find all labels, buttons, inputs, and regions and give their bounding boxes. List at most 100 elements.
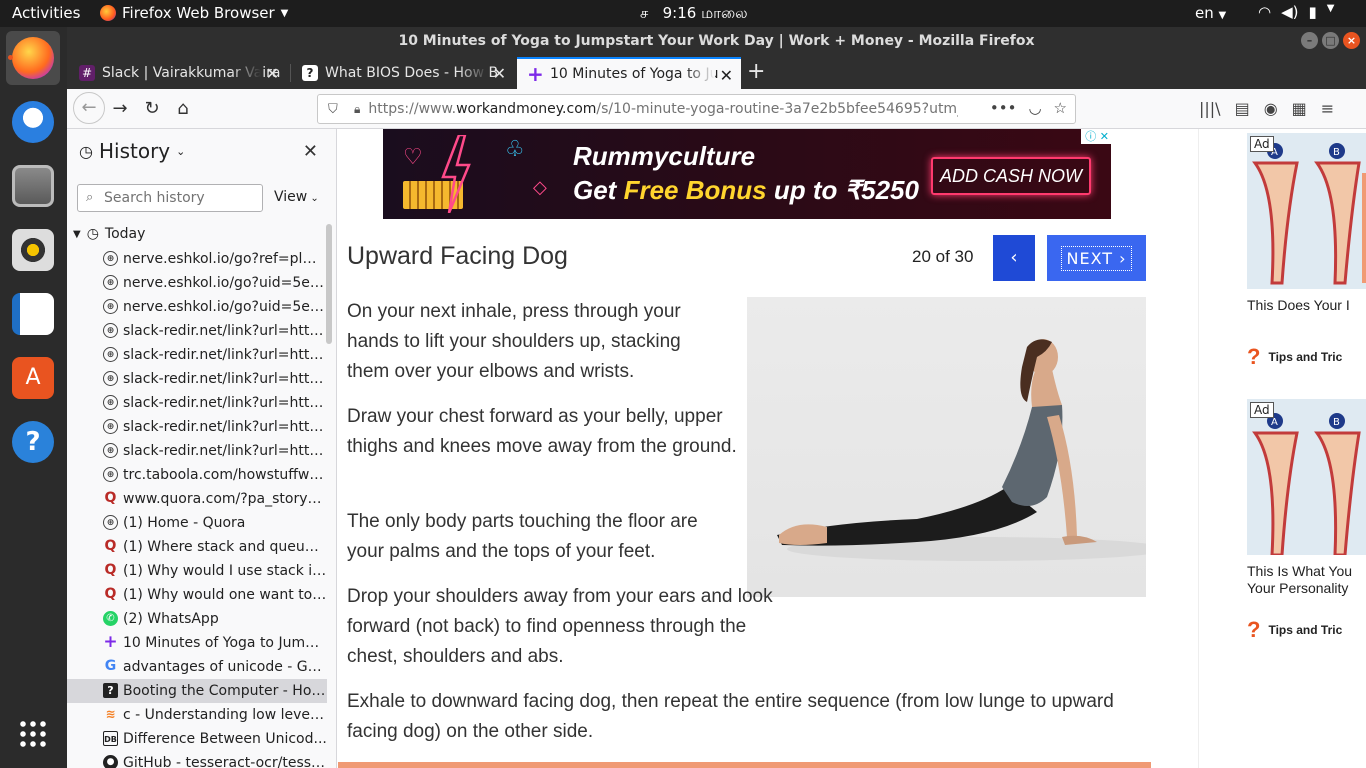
menu-icon[interactable]: ≡ [1321, 99, 1334, 118]
history-group-today[interactable]: ▼ ◷ Today [73, 226, 145, 242]
history-item[interactable]: ⊕ nerve.eshkol.io/go?ref=pl&h... [67, 247, 327, 271]
page-content: ♡ ♧ ◇ Rummyculture Get Free Bonus up to … [338, 129, 1198, 768]
gnome-top-bar: Activities Firefox Web Browser ▼ ச 9:16 … [0, 0, 1366, 27]
grid-icon [18, 719, 48, 749]
clock-time: 9:16 மாலை [662, 4, 748, 22]
slide-counter: 20 of 30 [912, 247, 974, 266]
sidebar-ad[interactable]: Ad A B This Is What You Your Personality … [1247, 399, 1366, 643]
sidebar-header[interactable]: ◷ History ⌄ [79, 139, 185, 163]
library-icon[interactable]: |||\ [1199, 99, 1221, 118]
google-icon: G [104, 658, 117, 674]
pocket-icon[interactable]: ◡ [1028, 99, 1041, 117]
dock-rhythmbox[interactable] [6, 223, 60, 277]
article-paragraph: The only body parts touching the floor a… [347, 511, 698, 562]
close-sidebar-button[interactable]: ✕ [303, 141, 318, 162]
ad-image: Ad A B [1247, 399, 1366, 555]
sidebar-scrollbar[interactable] [326, 224, 332, 344]
document-icon [12, 293, 54, 335]
ad-banner[interactable]: ♡ ♧ ◇ Rummyculture Get Free Bonus up to … [383, 129, 1111, 219]
maximize-button[interactable]: □ [1322, 32, 1339, 49]
content-scrollbar[interactable] [1362, 173, 1366, 283]
lock-icon[interactable]: 🔒︎ [354, 102, 360, 117]
next-slide-button[interactable]: NEXT › [1047, 235, 1146, 281]
history-item[interactable]: ⊕ trc.taboola.com/howstuffwo... [67, 463, 327, 487]
new-tab-button[interactable]: + [747, 57, 765, 87]
sidebar-ad[interactable]: Ad A B This Does Your I ? Tips and Tric [1247, 133, 1366, 370]
close-tab-icon[interactable]: ✕ [720, 66, 733, 85]
history-item[interactable]: ⊕ nerve.eshkol.io/go?uid=5e1... [67, 295, 327, 319]
dock-firefox[interactable] [6, 31, 60, 85]
ad-caption: This Does Your I [1247, 297, 1350, 313]
history-item[interactable]: Qwww.quora.com/?pa_story=... [67, 487, 327, 511]
wa-icon: ✆ [103, 611, 118, 626]
tab-bios[interactable]: ? What BIOS Does - How B ✕ [292, 57, 514, 89]
clock[interactable]: ச 9:16 மாலை [640, 4, 748, 24]
history-item[interactable]: ≋ c - Understanding low level f... [67, 703, 327, 727]
close-window-button[interactable]: × [1343, 32, 1360, 49]
history-item[interactable]: ⊕ slack-redir.net/link?url=http... [67, 391, 327, 415]
lightning-icon [441, 135, 471, 213]
history-item-label: nerve.eshkol.io/go?uid=5e1... [123, 299, 327, 315]
account-icon[interactable]: ◉ [1264, 99, 1278, 118]
show-applications-button[interactable] [6, 707, 60, 761]
ad-choices-icon[interactable]: ⓘ ✕ [1081, 129, 1111, 144]
dock-files[interactable] [6, 159, 60, 213]
history-item[interactable]: Gadvantages of unicode - Goo... [67, 655, 327, 679]
history-item[interactable]: DB Difference Between Unicod... [67, 727, 327, 751]
history-item[interactable]: ⊕ slack-redir.net/link?url=http... [67, 343, 327, 367]
prev-slide-button[interactable]: ‹ [993, 235, 1035, 281]
history-item[interactable]: Q (1) Why would one want to u... [67, 583, 327, 607]
history-item[interactable]: ● GitHub - tesseract-ocr/tessd... [67, 751, 327, 768]
history-item[interactable]: ⊕ (1) Home - Quora [67, 511, 327, 535]
close-tab-icon[interactable]: ✕ [493, 64, 506, 83]
extensions-icon[interactable]: ▦ [1292, 99, 1307, 118]
shield-icon[interactable]: ⛉ [328, 102, 342, 117]
chevron-down-icon: ▼ [280, 7, 289, 19]
reload-button[interactable]: ↻ [139, 96, 165, 122]
history-item[interactable]: ? Booting the Computer - How... [67, 679, 327, 703]
history-item[interactable]: +10 Minutes of Yoga to Jump... [67, 631, 327, 655]
search-icon: ⌕ [86, 190, 94, 205]
ad-cta-button[interactable]: ADD CASH NOW [931, 157, 1091, 195]
sidebar-toggle-icon[interactable]: ▤ [1235, 99, 1250, 118]
search-history-input[interactable]: ⌕ Search history [77, 184, 263, 212]
forward-button[interactable]: → [107, 96, 133, 122]
dock-help[interactable]: ? [6, 415, 60, 469]
history-item[interactable]: Q (1) Why would I use stack ins... [67, 559, 327, 583]
ad-image: Ad A B [1247, 133, 1366, 289]
url-bar[interactable]: ⛉ 🔒︎ https://www.workandmoney.com/s/10-m… [317, 94, 1076, 124]
minimize-button[interactable]: – [1301, 32, 1318, 49]
app-menu[interactable]: Firefox Web Browser ▼ [100, 4, 288, 22]
history-item-label: advantages of unicode - Goo... [123, 659, 327, 675]
globe-icon: ⊕ [103, 467, 118, 482]
chevron-down-icon: ▼ [1218, 10, 1227, 21]
close-tab-icon[interactable]: ✕ [266, 64, 279, 83]
back-button[interactable]: ← [73, 92, 105, 124]
history-item[interactable]: ✆ (2) WhatsApp [67, 607, 327, 631]
tab-slack[interactable]: # Slack | Vairakkumar Vaira ✕ [69, 57, 287, 89]
wifi-icon: ◠ [1258, 3, 1272, 21]
home-button[interactable]: ⌂ [170, 96, 196, 122]
view-menu-button[interactable]: View ⌄ [274, 189, 319, 205]
tab-yoga[interactable]: + 10 Minutes of Yoga to Ju ✕ [517, 57, 741, 89]
page-actions-icon[interactable]: ••• [990, 99, 1017, 117]
history-item[interactable]: ⊕ nerve.eshkol.io/go?uid=5e1... [67, 271, 327, 295]
bookmark-star-icon[interactable]: ☆ [1054, 99, 1067, 117]
system-tray[interactable]: ◠ ◀) ▮ ▼ [1258, 3, 1334, 21]
window-title-bar[interactable]: 10 Minutes of Yoga to Jumpstart Your Wor… [67, 27, 1366, 55]
dock-thunderbird[interactable] [6, 95, 60, 149]
files-icon [12, 165, 54, 207]
history-item[interactable]: ⊕ slack-redir.net/link?url=http... [67, 367, 327, 391]
history-item[interactable]: ⊕ slack-redir.net/link?url=http... [67, 319, 327, 343]
history-item-label: slack-redir.net/link?url=http... [123, 371, 327, 387]
history-item[interactable]: ⊕ slack-redir.net/link?url=http... [67, 439, 327, 463]
history-item-label: (1) Where stack and queue u... [123, 539, 327, 555]
dock-writer[interactable] [6, 287, 60, 341]
language-indicator[interactable]: en ▼ [1195, 4, 1226, 22]
globe-icon: ⊕ [103, 515, 118, 530]
history-item[interactable]: Q (1) Where stack and queue u... [67, 535, 327, 559]
activities-button[interactable]: Activities [12, 4, 80, 22]
dock-software[interactable]: A [6, 351, 60, 405]
history-item[interactable]: ⊕ slack-redir.net/link?url=http... [67, 415, 327, 439]
running-indicator [8, 55, 13, 60]
